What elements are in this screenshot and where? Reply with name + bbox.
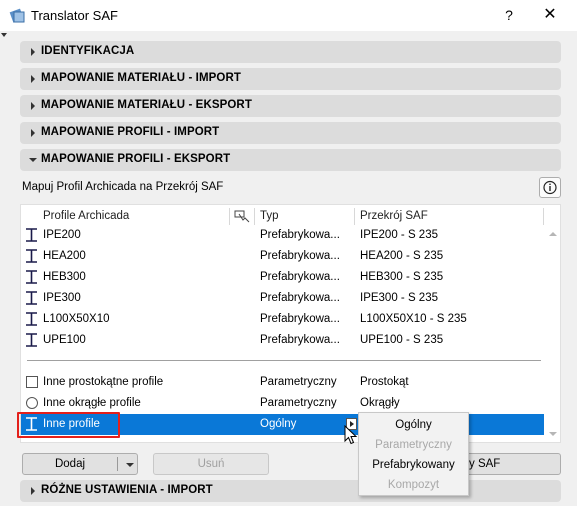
section-profile-export[interactable]: MAPOWANIE PROFILI - EKSPORT <box>20 149 561 171</box>
chevron-right-icon <box>31 75 35 83</box>
section-material-import[interactable]: MAPOWANIE MATERIAŁU - IMPORT <box>20 68 561 90</box>
profile-name: IPE300 <box>43 292 81 304</box>
profile-type[interactable]: Ogólny <box>260 418 296 430</box>
add-split-button[interactable]: Dodaj <box>22 453 138 475</box>
type-dropdown-menu: Ogólny Parametryczny Prefabrykowany Komp… <box>358 412 469 496</box>
profile-type[interactable]: Parametryczny <box>260 376 337 388</box>
chevron-down-icon <box>29 158 37 162</box>
profile-type[interactable]: Prefabrykowa... <box>260 313 340 325</box>
section-label: MAPOWANIE PROFILI - IMPORT <box>41 126 220 138</box>
dropdown-option-composite: Kompozyt <box>387 479 440 491</box>
circle-icon <box>26 397 38 409</box>
dropdown-option-prefabricated[interactable]: Prefabrykowany <box>359 455 468 475</box>
saf-section[interactable]: IPE300 - S 235 <box>360 292 438 304</box>
info-button[interactable] <box>539 177 561 198</box>
profile-type[interactable]: Prefabrykowa... <box>260 271 340 283</box>
translator-app-icon <box>9 8 25 23</box>
saf-section[interactable]: HEB300 - S 235 <box>360 271 443 283</box>
i-beam-icon <box>26 228 37 242</box>
saf-section[interactable]: L100X50X10 - S 235 <box>360 313 467 325</box>
i-beam-icon <box>26 270 37 284</box>
section-identyfikacja[interactable]: IDENTYFIKACJA <box>20 41 561 63</box>
window-title: Translator SAF <box>31 8 118 23</box>
table-row[interactable]: HEB300 Prefabrykowa... HEB300 - S 235 <box>21 267 544 288</box>
help-button[interactable]: ? <box>497 4 521 26</box>
section-profile-import[interactable]: MAPOWANIE PROFILI - IMPORT <box>20 122 561 144</box>
chevron-right-icon <box>31 129 35 137</box>
profile-type[interactable]: Prefabrykowa... <box>260 292 340 304</box>
add-button-label[interactable]: Dodaj <box>23 454 117 474</box>
filter-profile-icon[interactable] <box>234 210 250 223</box>
table-row[interactable]: Inne prostokątne profile Parametryczny P… <box>21 372 544 393</box>
split-separator <box>117 457 118 471</box>
section-label: MAPOWANIE PROFILI - EKSPORT <box>41 153 231 165</box>
column-separator <box>229 208 230 225</box>
saf-section[interactable]: HEA200 - S 235 <box>360 250 443 262</box>
remove-button[interactable]: Usuń <box>153 453 269 475</box>
annotation-highlight-box <box>17 412 120 438</box>
i-beam-icon <box>26 249 37 263</box>
table-row[interactable]: IPE200 Prefabrykowa... IPE200 - S 235 <box>21 225 544 246</box>
rectangle-icon <box>26 376 38 388</box>
column-separator <box>543 208 544 225</box>
table-row[interactable]: Inne okrągłe profile Parametryczny Okrąg… <box>21 393 544 414</box>
profile-name: HEA200 <box>43 250 86 262</box>
profile-name: IPE200 <box>43 229 81 241</box>
profile-mapping-table: Profile Archicada Typ Przekrój SAF IPE20… <box>20 204 561 443</box>
chevron-right-icon <box>31 487 35 495</box>
table-divider <box>27 360 541 361</box>
panel-description: Mapuj Profil Archicada na Przekrój SAF <box>22 181 224 193</box>
dropdown-option-general[interactable]: Ogólny <box>359 415 468 435</box>
saf-section[interactable]: UPE100 - S 235 <box>360 334 443 346</box>
saf-section[interactable]: IPE200 - S 235 <box>360 229 438 241</box>
table-row[interactable]: HEA200 Prefabrykowa... HEA200 - S 235 <box>21 246 544 267</box>
column-separator <box>254 208 255 225</box>
i-beam-icon <box>26 291 37 305</box>
collapse-marker-icon <box>1 33 7 37</box>
column-separator <box>354 208 355 225</box>
chevron-down-icon[interactable] <box>126 463 134 467</box>
i-beam-icon <box>26 312 37 326</box>
section-material-export[interactable]: MAPOWANIE MATERIAŁU - EKSPORT <box>20 95 561 117</box>
saf-section[interactable]: Prostokąt <box>360 376 409 388</box>
profile-name: Inne prostokątne profile <box>43 376 164 388</box>
saf-section[interactable]: Okrągły <box>360 397 400 409</box>
table-row[interactable]: L100X50X10 Prefabrykowa... L100X50X10 - … <box>21 309 544 330</box>
chevron-right-icon <box>31 102 35 110</box>
title-bar: Translator SAF ? ✕ <box>0 0 577 31</box>
i-beam-icon <box>26 333 37 347</box>
profile-type[interactable]: Prefabrykowa... <box>260 250 340 262</box>
profile-name: Inne okrągłe profile <box>43 397 141 409</box>
dropdown-option-parametric: Parametryczny <box>375 439 452 451</box>
scroll-down-arrow-icon[interactable] <box>549 432 557 436</box>
column-header-type[interactable]: Typ <box>260 210 279 222</box>
profile-type[interactable]: Prefabrykowa... <box>260 334 340 346</box>
section-label: RÓŻNE USTAWIENIA - IMPORT <box>41 484 213 496</box>
table-row[interactable]: UPE100 Prefabrykowa... UPE100 - S 235 <box>21 330 544 351</box>
profile-type[interactable]: Prefabrykowa... <box>260 229 340 241</box>
profile-type[interactable]: Parametryczny <box>260 397 337 409</box>
section-label: MAPOWANIE MATERIAŁU - IMPORT <box>41 72 241 84</box>
chevron-right-icon <box>31 48 35 56</box>
profile-name: UPE100 <box>43 334 86 346</box>
info-icon <box>543 180 557 195</box>
section-label: MAPOWANIE MATERIAŁU - EKSPORT <box>41 99 252 111</box>
section-label: IDENTYFIKACJA <box>41 45 135 57</box>
column-header-profile[interactable]: Profile Archicada <box>43 210 129 222</box>
close-button[interactable]: ✕ <box>538 4 562 26</box>
profile-name: L100X50X10 <box>43 313 110 325</box>
mouse-cursor-icon <box>344 425 358 445</box>
profile-name: HEB300 <box>43 271 86 283</box>
section-misc-import[interactable]: RÓŻNE USTAWIENIA - IMPORT <box>20 480 561 502</box>
scroll-up-arrow-icon[interactable] <box>549 232 557 236</box>
table-row[interactable]: IPE300 Prefabrykowa... IPE300 - S 235 <box>21 288 544 309</box>
column-header-saf-section[interactable]: Przekrój SAF <box>360 210 428 222</box>
